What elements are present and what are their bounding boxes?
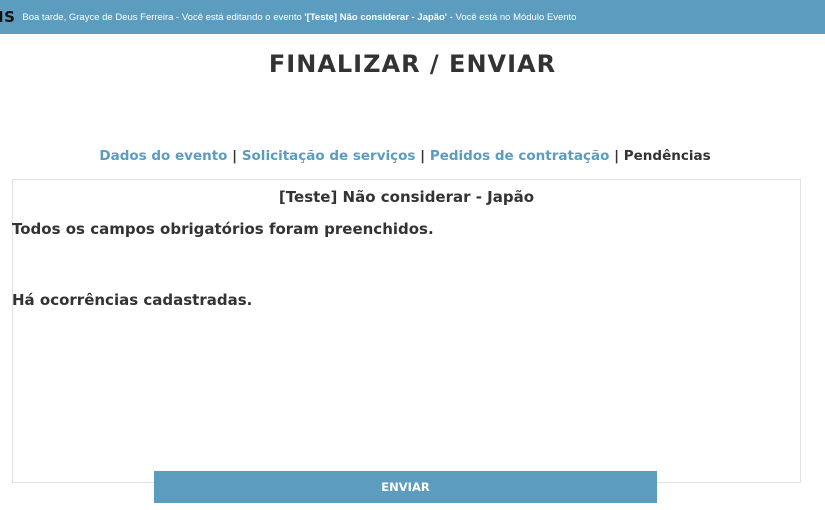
send-button[interactable]: ENVIAR	[154, 471, 657, 503]
greeting-prefix: Boa tarde, Grayce de Deus Ferreira - Voc…	[22, 11, 305, 23]
app-logo: IS	[0, 8, 16, 26]
current-event-name: '[Teste] Não considerar - Japão'	[304, 11, 448, 23]
nav-link-solicitacao-de-servicos[interactable]: Solicitação de serviços	[242, 148, 416, 164]
nav-separator: |	[420, 148, 426, 164]
event-name-heading: [Teste] Não considerar - Japão	[278, 188, 535, 206]
nav-current-pendencias: Pendências	[623, 148, 711, 164]
nav-separator: |	[614, 148, 620, 164]
module-indicator: - Você está no Módulo Evento	[447, 11, 577, 23]
page-title: FINALIZAR / ENVIAR	[268, 50, 557, 78]
nav-link-pedidos-de-contratacao[interactable]: Pedidos de contratação	[430, 148, 610, 164]
top-bar: IS Boa tarde, Grayce de Deus Ferreira - …	[0, 0, 825, 34]
nav-link-dados-do-evento[interactable]: Dados do evento	[99, 148, 227, 164]
occurrences-message: Há ocorrências cadastradas.	[12, 291, 253, 309]
required-fields-message: Todos os campos obrigatórios foram preen…	[12, 220, 434, 238]
user-context-message: Boa tarde, Grayce de Deus Ferreira - Voc…	[22, 12, 576, 23]
nav-separator: |	[232, 148, 238, 164]
step-navigation: Dados do evento | Solicitação de serviço…	[0, 148, 810, 164]
